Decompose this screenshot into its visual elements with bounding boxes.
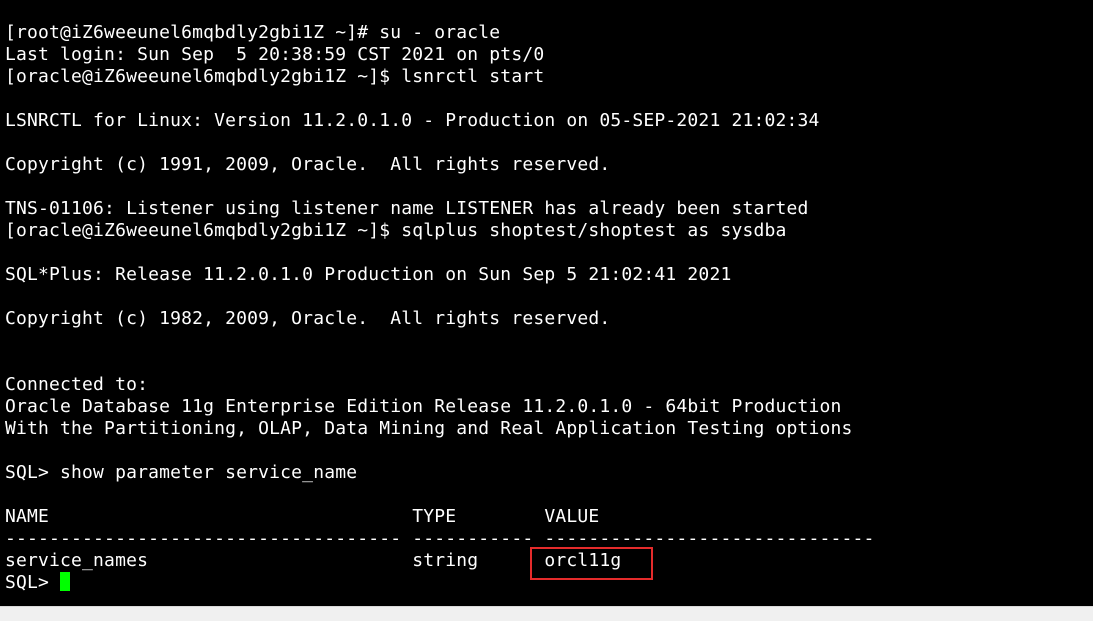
terminal-line: Copyright (c) 1982, 2009, Oracle. All ri… xyxy=(5,308,611,329)
text-cursor xyxy=(60,572,71,591)
terminal-line: Copyright (c) 1991, 2009, Oracle. All ri… xyxy=(5,154,611,175)
command-prompt-line[interactable]: SQL> xyxy=(5,572,875,594)
terminal-line: SQL> show parameter service_name xyxy=(5,462,358,483)
terminal-line: [oracle@iZ6weeunel6mqbdly2gbi1Z ~]$ sqlp… xyxy=(5,220,787,241)
terminal-line: TNS-01106: Listener using listener name … xyxy=(5,198,809,219)
terminal-window[interactable]: [root@iZ6weeunel6mqbdly2gbi1Z ~]# su - o… xyxy=(0,0,1093,606)
terminal-line: Last login: Sun Sep 5 20:38:59 CST 2021 … xyxy=(5,44,545,65)
terminal-line: LSNRCTL for Linux: Version 11.2.0.1.0 - … xyxy=(5,110,820,131)
terminal-line: ------------------------------------ ---… xyxy=(5,528,875,549)
terminal-line: With the Partitioning, OLAP, Data Mining… xyxy=(5,418,853,439)
terminal-line: NAME TYPE VALUE xyxy=(5,506,600,527)
terminal-line: [root@iZ6weeunel6mqbdly2gbi1Z ~]# su - o… xyxy=(5,22,501,43)
terminal-line: [oracle@iZ6weeunel6mqbdly2gbi1Z ~]$ lsnr… xyxy=(5,66,545,87)
terminal-line: Connected to: xyxy=(5,374,149,395)
terminal-line: SQL*Plus: Release 11.2.0.1.0 Production … xyxy=(5,264,732,285)
sql-prompt: SQL> xyxy=(5,572,61,593)
terminal-line: service_names string orcl11g xyxy=(5,550,622,571)
window-bottom-strip xyxy=(0,606,1093,621)
value-highlight-box xyxy=(530,547,653,580)
terminal-line: Oracle Database 11g Enterprise Edition R… xyxy=(5,396,842,417)
terminal-output: [root@iZ6weeunel6mqbdly2gbi1Z ~]# su - o… xyxy=(5,22,875,594)
